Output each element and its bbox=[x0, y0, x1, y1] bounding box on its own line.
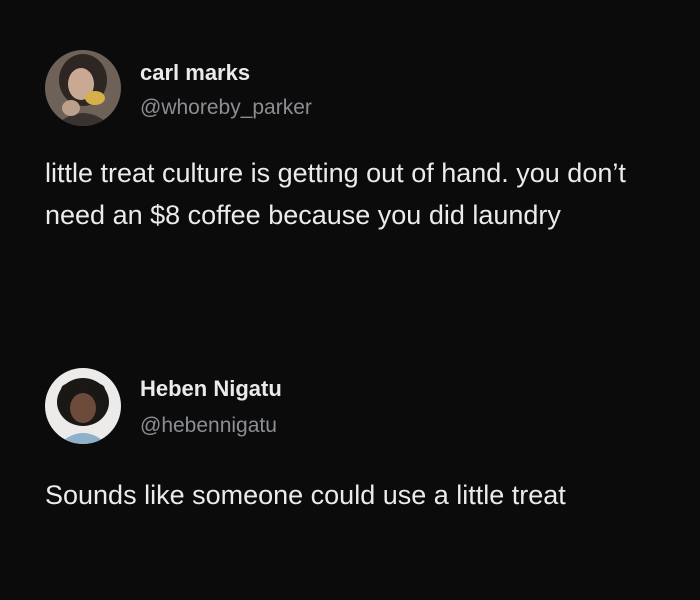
display-name[interactable]: Heben Nigatu bbox=[140, 376, 282, 402]
user-handle[interactable]: @hebennigatu bbox=[140, 414, 277, 438]
profile-photo-icon bbox=[45, 50, 121, 126]
profile-photo-icon bbox=[45, 368, 121, 444]
avatar[interactable] bbox=[45, 368, 121, 444]
user-handle[interactable]: @whoreby_parker bbox=[140, 96, 312, 120]
display-name[interactable]: carl marks bbox=[140, 60, 250, 86]
tweet-text: little treat culture is getting out of h… bbox=[45, 158, 626, 230]
avatar[interactable] bbox=[45, 50, 121, 126]
tweet-text: Sounds like someone could use a little t… bbox=[45, 480, 566, 510]
